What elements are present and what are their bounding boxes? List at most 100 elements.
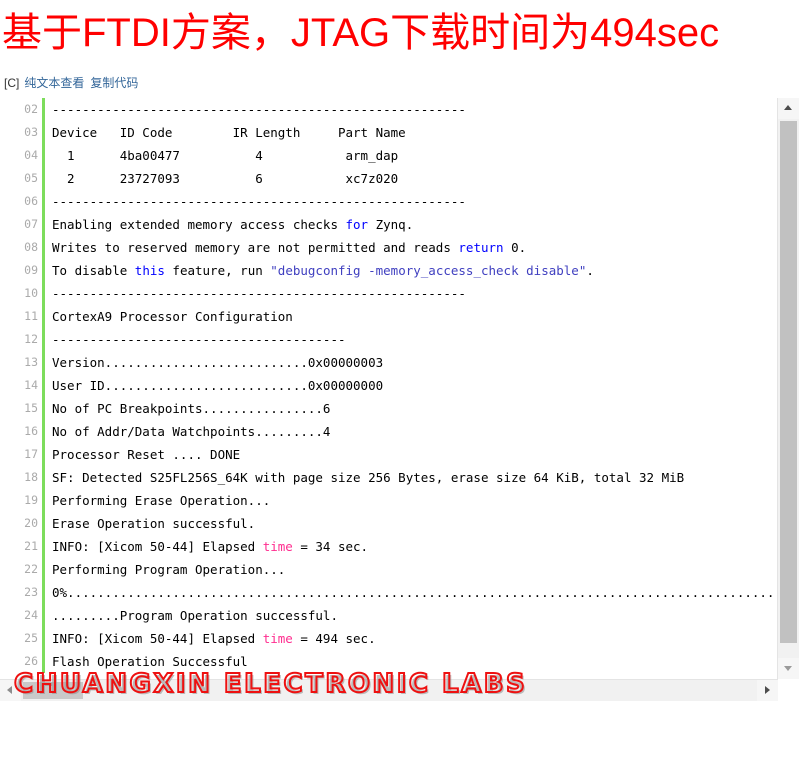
gutter-bar [42, 213, 45, 236]
gutter-bar [42, 512, 45, 535]
line-number: 04 [24, 148, 38, 162]
code-token: return [458, 240, 504, 255]
code-line: 10 --------------------------------------… [0, 282, 777, 305]
code-line-text: Writes to reserved memory are not permit… [52, 236, 526, 259]
line-number: 16 [24, 424, 38, 438]
code-token-plain: 2 23727093 6 xc7z020 [52, 171, 399, 186]
code-token-plain: Version...........................0x0000… [52, 355, 384, 370]
gutter-bar [42, 282, 45, 305]
code-token-plain: INFO: [Xicom 50-44] Elapsed [52, 631, 263, 646]
code-token-plain: Device ID Code IR Length Part Name [52, 125, 406, 140]
gutter-bar [42, 144, 45, 167]
code-token-plain: Flash Operation Successful [52, 654, 248, 669]
scroll-left-arrow-icon[interactable] [0, 680, 21, 701]
gutter-bar [42, 397, 45, 420]
gutter-bar [42, 581, 45, 604]
code-token-plain: Processor Reset .... DONE [52, 447, 241, 462]
copy-code-link[interactable]: 复制代码 [90, 76, 138, 90]
code-line: 03 Device ID Code IR Length Part Name [0, 121, 777, 144]
scroll-down-arrow-icon[interactable] [778, 658, 799, 679]
code-token-plain: 0%......................................… [52, 585, 777, 600]
code-line: 02 --------------------------------------… [0, 98, 777, 121]
code-token-plain: Performing Program Operation... [52, 562, 286, 577]
code-scroll-viewport[interactable]: 02 --------------------------------------… [0, 98, 777, 679]
gutter-bar [42, 535, 45, 558]
code-token-plain: CortexA9 Processor Configuration [52, 309, 293, 324]
code-line: 05 2 23727093 6 xc7z020 [0, 167, 777, 190]
line-number: 15 [24, 401, 38, 415]
line-number: 12 [24, 332, 38, 346]
code-token-plain: To disable [52, 263, 135, 278]
code-line: 06 --------------------------------------… [0, 190, 777, 213]
code-line: 20 Erase Operation successful. [0, 512, 777, 535]
scroll-up-arrow-icon[interactable] [778, 98, 799, 119]
page-title: 基于FTDI方案，JTAG下载时间为494sec [2, 11, 720, 55]
code-line-text: 1 4ba00477 4 arm_dap [52, 144, 398, 167]
code-line: 19 Performing Erase Operation... [0, 489, 777, 512]
vertical-scrollbar[interactable] [777, 98, 799, 679]
code-line: 18 SF: Detected S25FL256S_64K with page s… [0, 466, 777, 489]
code-token-plain: SF: Detected S25FL256S_64K with page siz… [52, 470, 685, 485]
line-number: 23 [24, 585, 38, 599]
code-line: 14 User ID...........................0x00… [0, 374, 777, 397]
code-token-plain: . [586, 263, 594, 278]
code-token: this [134, 263, 165, 278]
code-line: 09 To disable this feature, run "debugcon… [0, 259, 777, 282]
line-number: 05 [24, 171, 38, 185]
code-line: 25 INFO: [Xicom 50-44] Elapsed time = 494… [0, 627, 777, 650]
code-token-plain: Zynq. [368, 217, 414, 232]
scroll-right-arrow-icon[interactable] [757, 680, 778, 701]
code-line-text: INFO: [Xicom 50-44] Elapsed time = 494 s… [52, 627, 376, 650]
gutter-bar [42, 236, 45, 259]
code-token-plain: INFO: [Xicom 50-44] Elapsed [52, 539, 263, 554]
code-line: 16 No of Addr/Data Watchpoints.........4 [0, 420, 777, 443]
code-block: 02 --------------------------------------… [0, 98, 799, 701]
horizontal-scrollbar-thumb[interactable] [23, 682, 83, 699]
gutter-bar [42, 259, 45, 282]
code-token-plain: --------------------------------------- [52, 332, 346, 347]
gutter-bar [42, 627, 45, 650]
code-line-text: Performing Program Operation... [52, 558, 285, 581]
line-number: 02 [24, 102, 38, 116]
code-token-plain: No of Addr/Data Watchpoints.........4 [52, 424, 331, 439]
code-token: time [262, 631, 293, 646]
horizontal-scrollbar[interactable] [0, 679, 778, 701]
code-token-plain: = 494 sec. [292, 631, 376, 646]
code-line-text: --------------------------------------- [52, 328, 346, 351]
gutter-bar [42, 650, 45, 673]
code-language-tag: [C] [4, 76, 20, 90]
code-line: 23 0%....................................… [0, 581, 777, 604]
code-line: 11 CortexA9 Processor Configuration [0, 305, 777, 328]
gutter-bar [42, 98, 45, 121]
code-line: 12 --------------------------------------… [0, 328, 777, 351]
code-token-plain: Erase Operation successful. [52, 516, 256, 531]
code-line-text: No of Addr/Data Watchpoints.........4 [52, 420, 330, 443]
line-number: 10 [24, 286, 38, 300]
vertical-scrollbar-thumb[interactable] [780, 121, 797, 643]
code-line: 24 .........Program Operation successful. [0, 604, 777, 627]
code-token-plain: Performing Erase Operation... [52, 493, 271, 508]
code-line: 17 Processor Reset .... DONE [0, 443, 777, 466]
code-token-plain: ----------------------------------------… [52, 194, 466, 209]
code-line-text: To disable this feature, run "debugconfi… [52, 259, 594, 282]
code-line-text: CortexA9 Processor Configuration [52, 305, 293, 328]
line-number: 17 [24, 447, 38, 461]
gutter-bar [42, 351, 45, 374]
code-line-text: .........Program Operation successful. [52, 604, 338, 627]
line-number: 18 [24, 470, 38, 484]
line-number: 09 [24, 263, 38, 277]
line-number: 24 [24, 608, 38, 622]
code-line-text: Device ID Code IR Length Part Name [52, 121, 406, 144]
code-line-text: INFO: [Xicom 50-44] Elapsed time = 34 se… [52, 535, 368, 558]
code-token-plain: ----------------------------------------… [52, 102, 466, 117]
code-token: for [345, 217, 369, 232]
line-number: 22 [24, 562, 38, 576]
gutter-bar [42, 443, 45, 466]
code-line: 21 INFO: [Xicom 50-44] Elapsed time = 34 … [0, 535, 777, 558]
gutter-bar [42, 374, 45, 397]
code-line: 22 Performing Program Operation... [0, 558, 777, 581]
plain-text-view-link[interactable]: 纯文本查看 [24, 76, 84, 90]
code-token: "debugconfig -memory_access_check disabl… [270, 263, 587, 278]
gutter-bar [42, 489, 45, 512]
code-token-plain: 1 4ba00477 4 arm_dap [52, 148, 399, 163]
